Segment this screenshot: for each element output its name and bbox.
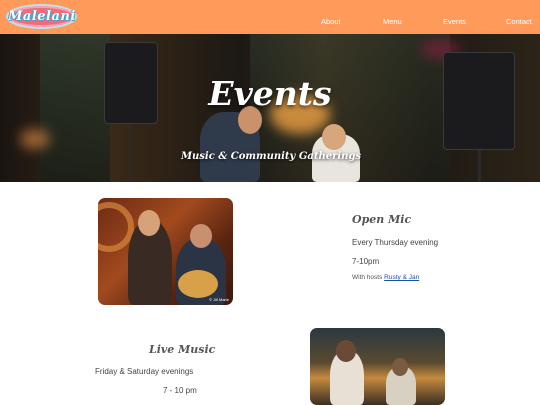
guitar-body xyxy=(178,270,218,298)
hosts-prefix: With hosts xyxy=(352,274,385,281)
hero-subtitle: Music & Community Gatherings xyxy=(180,151,362,162)
hero-light-left xyxy=(20,129,50,149)
live-music-schedule: Friday & Saturday evenings xyxy=(95,367,194,376)
violinist-head xyxy=(322,124,346,150)
open-mic-title: Open Mic xyxy=(352,213,412,226)
open-mic-time: 7-10pm xyxy=(352,257,380,266)
singer-head xyxy=(336,340,356,362)
open-mic-photo: © Jill Marie xyxy=(98,198,233,305)
hero-title: Events xyxy=(208,74,332,113)
nav-menu[interactable]: Menu xyxy=(383,17,402,26)
musician-head xyxy=(392,358,408,376)
flutist-head xyxy=(138,210,160,236)
hosts-link[interactable]: Rusty & Jan xyxy=(384,274,419,281)
open-mic-hosts: With hosts Rusty & Jan xyxy=(352,274,419,281)
open-mic-schedule: Every Thursday evening xyxy=(352,238,439,247)
live-music-title: Live Music xyxy=(149,343,216,356)
hero-banner: Events Music & Community Gatherings xyxy=(0,34,540,182)
site-logo[interactable]: Malelani xyxy=(6,4,77,29)
site-header: Malelani About Menu Events Contact xyxy=(0,0,540,34)
live-music-time: 7 - 10 pm xyxy=(163,386,197,395)
nav-events[interactable]: Events xyxy=(443,17,466,26)
nav-contact[interactable]: Contact xyxy=(506,17,532,26)
live-music-photo xyxy=(310,328,445,405)
guitarist2-head xyxy=(190,224,212,248)
nav-about[interactable]: About xyxy=(321,17,341,26)
photo-watermark: © Jill Marie xyxy=(209,297,229,302)
logo-text: Malelani xyxy=(8,9,76,24)
